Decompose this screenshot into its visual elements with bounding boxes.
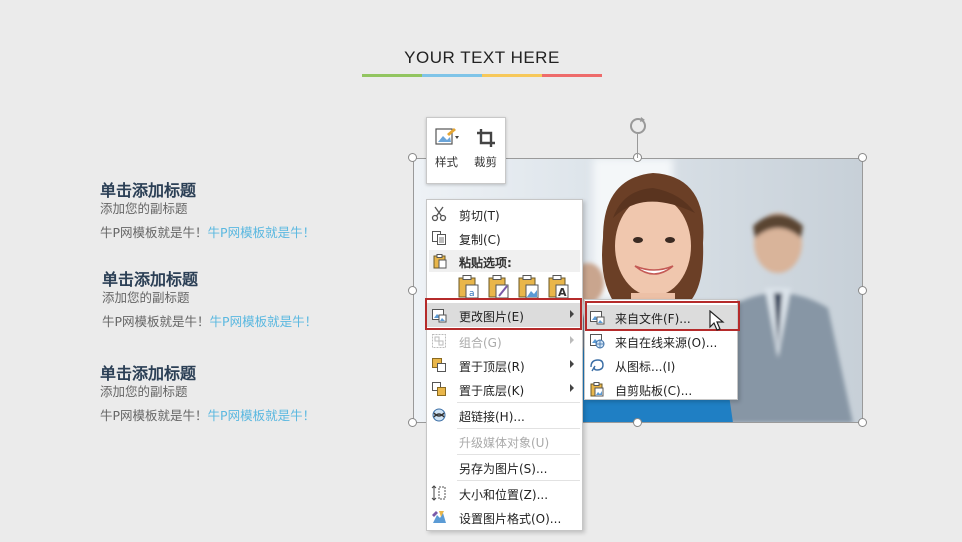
menu-label-send-to-back: 置于底层(K): [459, 384, 525, 398]
paste-option-buttons: a A: [457, 274, 571, 300]
clipboard-paste-icon: [590, 382, 604, 397]
menu-label-save-as-picture: 另存为图片(S)...: [459, 462, 548, 476]
block-subtitle[interactable]: 添加您的副标题: [100, 384, 315, 400]
mini-toolbar: 样式 裁剪: [426, 117, 506, 184]
submenu-item-from-online[interactable]: 来自在线来源(O)...: [585, 329, 737, 353]
block-body[interactable]: 牛P网模板就是牛！牛P网模板就是牛！: [100, 225, 315, 241]
resize-handle-left[interactable]: [408, 286, 417, 295]
menu-label-copy: 复制(C): [459, 233, 501, 247]
menu-label-cut: 剪切(T): [459, 209, 500, 223]
submenu-arrow-icon: [570, 384, 574, 392]
block-heading[interactable]: 单击添加标题: [102, 270, 317, 290]
menu-label-upgrade-media: 升级媒体对象(U): [459, 436, 550, 450]
clipboard-icon: [433, 254, 447, 269]
hyperlink-icon: [432, 408, 446, 422]
bring-to-front-icon: [432, 358, 446, 372]
menu-item-bring-to-front[interactable]: 置于顶层(R): [427, 353, 582, 377]
body-highlight: 牛P网模板就是牛！: [209, 314, 318, 329]
block-body[interactable]: 牛P网模板就是牛！牛P网模板就是牛！: [102, 314, 317, 330]
paste-options-label: 粘贴选项:: [459, 256, 512, 270]
underline-green: [362, 74, 422, 77]
block-heading[interactable]: 单击添加标题: [100, 181, 315, 201]
menu-label-size-position: 大小和位置(Z)...: [459, 488, 549, 502]
menu-item-upgrade-media: 升级媒体对象(U): [427, 429, 582, 453]
paste-use-destination-icon[interactable]: [487, 274, 511, 300]
icons-icon: [590, 359, 604, 372]
paste-text-only-icon[interactable]: A: [547, 274, 571, 300]
annotation-box-change-picture: [425, 298, 582, 330]
block-body[interactable]: 牛P网模板就是牛！牛P网模板就是牛！: [100, 408, 315, 424]
slide-title[interactable]: YOUR TEXT HERE: [362, 48, 602, 68]
style-label: 样式: [435, 155, 458, 169]
context-menu: 剪切(T) 复制(C) 粘贴选项: a A 更改图片(E) 组合(G) 置于顶层…: [426, 199, 583, 531]
menu-item-size-position[interactable]: 大小和位置(Z)...: [427, 481, 582, 505]
send-to-back-icon: [432, 382, 446, 396]
resize-handle-right[interactable]: [858, 286, 867, 295]
scissors-icon: [431, 206, 447, 222]
submenu-arrow-icon: [570, 336, 574, 344]
menu-label-bring-to-front: 置于顶层(R): [459, 360, 525, 374]
crop-label: 裁剪: [474, 155, 497, 169]
crop-icon: [472, 124, 500, 152]
menu-item-send-to-back[interactable]: 置于底层(K): [427, 377, 582, 401]
resize-handle-top-left[interactable]: [408, 153, 417, 162]
menu-item-copy[interactable]: 复制(C): [427, 226, 582, 250]
block-heading[interactable]: 单击添加标题: [100, 364, 315, 384]
mouse-cursor-icon: [709, 310, 725, 331]
submenu-arrow-icon: [570, 360, 574, 368]
paste-options-header: 粘贴选项:: [429, 250, 580, 272]
paste-keep-source-icon[interactable]: a: [457, 274, 481, 300]
submenu-item-from-clipboard[interactable]: 自剪贴板(C)...: [585, 377, 737, 401]
resize-handle-bottom[interactable]: [633, 418, 642, 427]
resize-handle-top-right[interactable]: [858, 153, 867, 162]
body-plain: 牛P网模板就是牛！: [100, 225, 208, 240]
underline-red: [542, 74, 602, 77]
rotate-handle-icon[interactable]: [627, 115, 649, 140]
resize-handle-bottom-left[interactable]: [408, 418, 417, 427]
resize-handle-bottom-right[interactable]: [858, 418, 867, 427]
menu-label-format-picture: 设置图片格式(O)...: [459, 512, 562, 526]
crop-button[interactable]: 裁剪: [468, 124, 504, 183]
picture-style-icon: [433, 124, 461, 152]
menu-item-format-picture[interactable]: 设置图片格式(O)...: [427, 505, 582, 529]
submenu-label-from-online: 来自在线来源(O)...: [615, 336, 718, 350]
body-highlight: 牛P网模板就是牛！: [207, 408, 316, 423]
submenu-label-from-icons: 从图标...(I): [615, 360, 676, 374]
menu-label-hyperlink: 超链接(H)...: [459, 410, 525, 424]
title-underline: [362, 74, 602, 77]
menu-item-cut[interactable]: 剪切(T): [427, 202, 582, 226]
block-subtitle[interactable]: 添加您的副标题: [102, 290, 317, 306]
menu-label-group: 组合(G): [459, 336, 502, 350]
block-subtitle[interactable]: 添加您的副标题: [100, 201, 315, 217]
paste-picture-icon[interactable]: [517, 274, 541, 300]
submenu-item-from-icons[interactable]: 从图标...(I): [585, 353, 737, 377]
size-position-icon: [431, 485, 446, 501]
text-block-1[interactable]: 单击添加标题 添加您的副标题 牛P网模板就是牛！牛P网模板就是牛！: [100, 181, 315, 241]
menu-item-hyperlink[interactable]: 超链接(H)...: [427, 403, 582, 427]
text-block-2[interactable]: 单击添加标题 添加您的副标题 牛P网模板就是牛！牛P网模板就是牛！: [102, 270, 317, 330]
menu-item-group: 组合(G): [427, 329, 582, 353]
body-plain: 牛P网模板就是牛！: [100, 408, 208, 423]
text-block-3[interactable]: 单击添加标题 添加您的副标题 牛P网模板就是牛！牛P网模板就是牛！: [100, 364, 315, 424]
copy-icon: [432, 231, 446, 245]
body-plain: 牛P网模板就是牛！: [102, 314, 210, 329]
format-picture-icon: [432, 511, 446, 523]
underline-blue: [422, 74, 482, 77]
online-picture-icon: [590, 334, 605, 349]
group-icon: [432, 334, 446, 348]
menu-item-save-as-picture[interactable]: 另存为图片(S)...: [427, 455, 582, 479]
style-button[interactable]: 样式: [429, 124, 465, 183]
underline-yellow: [482, 74, 542, 77]
submenu-label-from-clipboard: 自剪贴板(C)...: [615, 384, 693, 398]
body-highlight: 牛P网模板就是牛！: [207, 225, 316, 240]
